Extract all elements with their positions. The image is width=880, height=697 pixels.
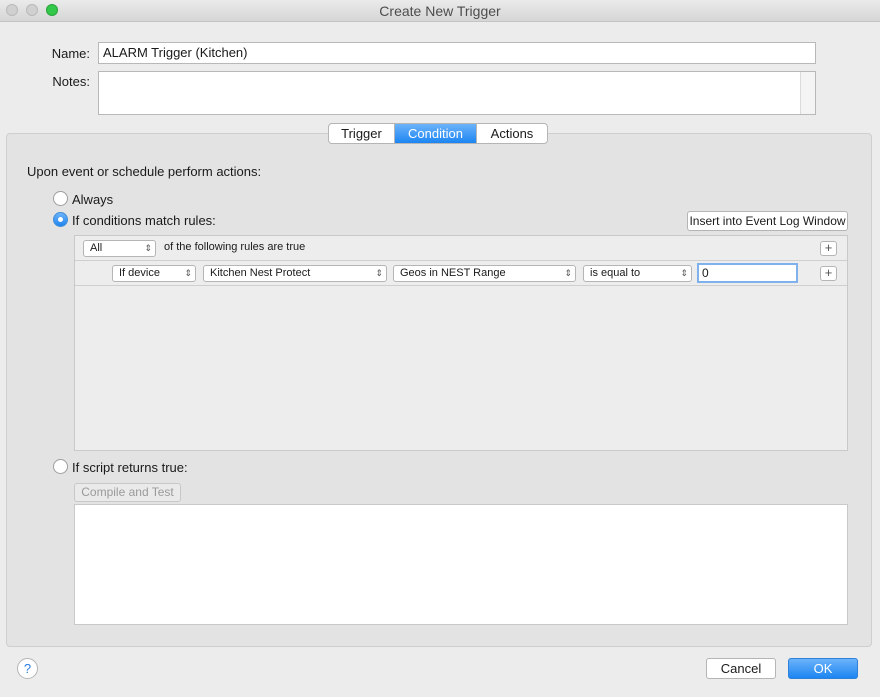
compile-and-test-button[interactable]: Compile and Test: [74, 483, 181, 502]
notes-scrollbar[interactable]: [800, 72, 815, 114]
rule-state-select[interactable]: Geos in NEST Range ⇕: [393, 265, 576, 282]
rule-row: If device ⇕ Kitchen Nest Protect ⇕ Geos …: [75, 261, 847, 286]
condition-heading: Upon event or schedule perform actions:: [27, 164, 262, 179]
rules-editor: All ⇕ of the following rules are true + …: [74, 235, 848, 451]
match-suffix-text: of the following rules are true: [164, 241, 306, 253]
rule-value-input[interactable]: 0: [697, 263, 798, 283]
match-type-value: All: [90, 242, 103, 254]
updown-arrows-icon: ⇕: [564, 268, 572, 278]
radio-always-label: Always: [72, 192, 114, 207]
rule-device-value: Kitchen Nest Protect: [210, 267, 311, 279]
rule-operator-select[interactable]: is equal to ⇕: [583, 265, 692, 282]
help-button[interactable]: ?: [17, 658, 38, 679]
notes-label: Notes:: [52, 74, 90, 89]
radio-always[interactable]: [53, 191, 68, 206]
title-bar: Create New Trigger: [0, 0, 880, 22]
radio-conditions-match-label: If conditions match rules:: [72, 213, 216, 228]
radio-script-returns-true-label: If script returns true:: [72, 460, 188, 475]
tab-actions[interactable]: Actions: [477, 124, 547, 143]
match-type-select[interactable]: All ⇕: [83, 240, 156, 257]
add-rule-button[interactable]: +: [820, 266, 837, 281]
rule-state-value: Geos in NEST Range: [400, 267, 506, 279]
name-input[interactable]: ALARM Trigger (Kitchen): [98, 42, 816, 64]
insert-into-event-log-button[interactable]: Insert into Event Log Window: [687, 211, 848, 231]
tab-bar: Trigger Condition Actions: [328, 123, 548, 144]
radio-conditions-match[interactable]: [53, 212, 68, 227]
updown-arrows-icon: ⇕: [144, 243, 152, 253]
tab-condition[interactable]: Condition: [395, 124, 477, 143]
rule-operator-value: is equal to: [590, 267, 641, 279]
tab-trigger[interactable]: Trigger: [329, 124, 395, 143]
cancel-button[interactable]: Cancel: [706, 658, 776, 679]
ok-button[interactable]: OK: [788, 658, 858, 679]
updown-arrows-icon: ⇕: [184, 268, 192, 278]
updown-arrows-icon: ⇕: [680, 268, 688, 278]
notes-textarea[interactable]: [98, 71, 816, 115]
name-label: Name:: [51, 46, 90, 61]
radio-script-returns-true[interactable]: [53, 459, 68, 474]
rules-header-row: All ⇕ of the following rules are true +: [75, 236, 847, 261]
window-title: Create New Trigger: [379, 3, 501, 19]
add-rule-group-button[interactable]: +: [820, 241, 837, 256]
rule-type-select[interactable]: If device ⇕: [112, 265, 196, 282]
rule-device-select[interactable]: Kitchen Nest Protect ⇕: [203, 265, 387, 282]
rule-type-value: If device: [119, 267, 160, 279]
updown-arrows-icon: ⇕: [375, 268, 383, 278]
script-editor[interactable]: [74, 504, 848, 625]
